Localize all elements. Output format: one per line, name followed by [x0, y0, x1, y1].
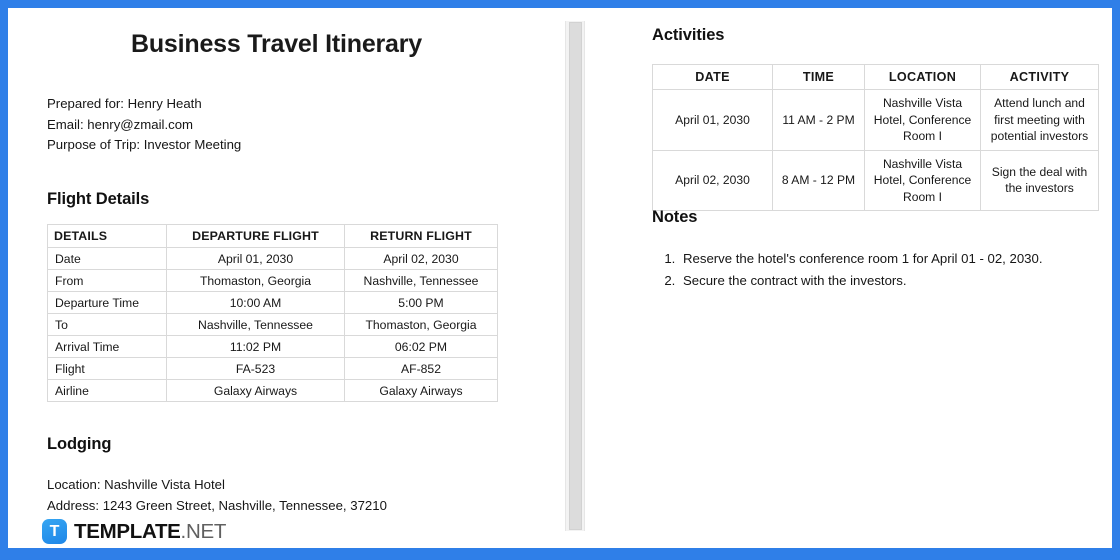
document-page: Business Travel Itinerary Prepared for: …: [8, 8, 1112, 548]
logo-tld: .NET: [180, 519, 227, 543]
cell-departure-arrival-time: 11:02 PM: [166, 335, 345, 358]
purpose-line: Purpose of Trip: Investor Meeting: [47, 137, 242, 152]
cell-return-airline: Galaxy Airways: [344, 379, 498, 402]
flight-details-heading: Flight Details: [47, 190, 150, 208]
email-line: Email: henry@zmail.com: [47, 116, 194, 132]
flight-details-table: DETAILS DEPARTURE FLIGHT RETURN FLIGHT D…: [47, 224, 498, 402]
left-page-column: Business Travel Itinerary Prepared for: …: [8, 8, 553, 548]
row-label-arrival-time: Arrival Time: [47, 335, 167, 358]
row-label-airline: Airline: [47, 379, 167, 402]
activities-table: DATE TIME LOCATION ACTIVITY April 01, 20…: [652, 64, 1099, 211]
row-label-date: Date: [47, 247, 167, 270]
table-row: To Nashville, Tennessee Thomaston, Georg…: [47, 313, 498, 336]
table-row: Date April 01, 2030 April 02, 2030: [47, 247, 498, 270]
logo-wordmark: TEMPLATE.NET: [74, 520, 226, 544]
row-label-from: From: [47, 269, 167, 292]
column-header-details: DETAILS: [47, 224, 167, 248]
logo-mark-icon: T: [42, 519, 67, 544]
row-label-departure-time: Departure Time: [47, 291, 167, 314]
column-header-activity: ACTIVITY: [980, 64, 1099, 90]
cell-return-arrival-time: 06:02 PM: [344, 335, 498, 358]
cell-departure-from: Thomaston, Georgia: [166, 269, 345, 292]
table-row: April 01, 2030 11 AM - 2 PM Nashville Vi…: [652, 89, 1099, 151]
cell-departure-date: April 01, 2030: [166, 247, 345, 270]
table-row: April 02, 2030 8 AM - 12 PM Nashville Vi…: [652, 149, 1099, 211]
row-label-to: To: [47, 313, 167, 336]
activities-heading: Activities: [652, 26, 725, 44]
column-header-location: LOCATION: [864, 64, 981, 90]
cell-activity-description: Attend lunch and first meeting with pote…: [980, 89, 1099, 151]
column-header-time: TIME: [772, 64, 865, 90]
logo-brand-name: TEMPLATE: [74, 519, 181, 543]
column-header-departure-flight: DEPARTURE FLIGHT: [166, 224, 345, 248]
cell-activity-date: April 02, 2030: [652, 149, 773, 211]
table-row: Departure Time 10:00 AM 5:00 PM: [47, 291, 498, 314]
traveler-info-block: Prepared for: Henry Heath Email: henry@z…: [47, 94, 241, 156]
table-header-row: DETAILS DEPARTURE FLIGHT RETURN FLIGHT: [47, 224, 498, 248]
prepared-for-line: Prepared for: Henry Heath: [47, 96, 202, 111]
cell-return-from: Nashville, Tennessee: [344, 269, 498, 292]
cell-return-date: April 02, 2030: [344, 247, 498, 270]
document-frame: Business Travel Itinerary Prepared for: …: [0, 0, 1120, 560]
cell-activity-time: 11 AM - 2 PM: [772, 89, 865, 151]
template-net-logo: T TEMPLATE.NET: [42, 519, 226, 544]
list-item: Reserve the hotel's conference room 1 fo…: [679, 248, 1092, 270]
table-header-row: DATE TIME LOCATION ACTIVITY: [652, 64, 1099, 90]
table-row: Flight FA-523 AF-852: [47, 357, 498, 380]
lodging-info-block: Location: Nashville Vista Hotel Address:…: [47, 474, 387, 516]
cell-activity-location: Nashville Vista Hotel, Conference Room I: [864, 149, 981, 211]
cell-return-flight-number: AF-852: [344, 357, 498, 380]
table-row: Airline Galaxy Airways Galaxy Airways: [47, 379, 498, 402]
cell-departure-departure-time: 10:00 AM: [166, 291, 345, 314]
list-item: Secure the contract with the investors.: [679, 270, 1092, 292]
table-row: Arrival Time 11:02 PM 06:02 PM: [47, 335, 498, 358]
cell-return-departure-time: 5:00 PM: [344, 291, 498, 314]
column-header-date: DATE: [652, 64, 773, 90]
right-page-column: Activities DATE TIME LOCATION ACTIVITY A…: [594, 8, 1112, 548]
page-scrollbar-thumb[interactable]: [569, 22, 582, 530]
lodging-location-line: Location: Nashville Vista Hotel: [47, 477, 225, 492]
notes-heading: Notes: [652, 208, 698, 226]
notes-list: Reserve the hotel's conference room 1 fo…: [652, 248, 1092, 292]
table-row: From Thomaston, Georgia Nashville, Tenne…: [47, 269, 498, 292]
cell-departure-to: Nashville, Tennessee: [166, 313, 345, 336]
cell-return-to: Thomaston, Georgia: [344, 313, 498, 336]
cell-activity-description: Sign the deal with the investors: [980, 149, 1099, 211]
cell-activity-location: Nashville Vista Hotel, Conference Room I: [864, 89, 981, 151]
cell-activity-time: 8 AM - 12 PM: [772, 149, 865, 211]
cell-departure-airline: Galaxy Airways: [166, 379, 345, 402]
page-title: Business Travel Itinerary: [131, 30, 422, 58]
column-header-return-flight: RETURN FLIGHT: [344, 224, 498, 248]
cell-activity-date: April 01, 2030: [652, 89, 773, 151]
lodging-address-line: Address: 1243 Green Street, Nashville, T…: [47, 498, 387, 513]
lodging-heading: Lodging: [47, 435, 112, 453]
cell-departure-flight-number: FA-523: [166, 357, 345, 380]
row-label-flight: Flight: [47, 357, 167, 380]
